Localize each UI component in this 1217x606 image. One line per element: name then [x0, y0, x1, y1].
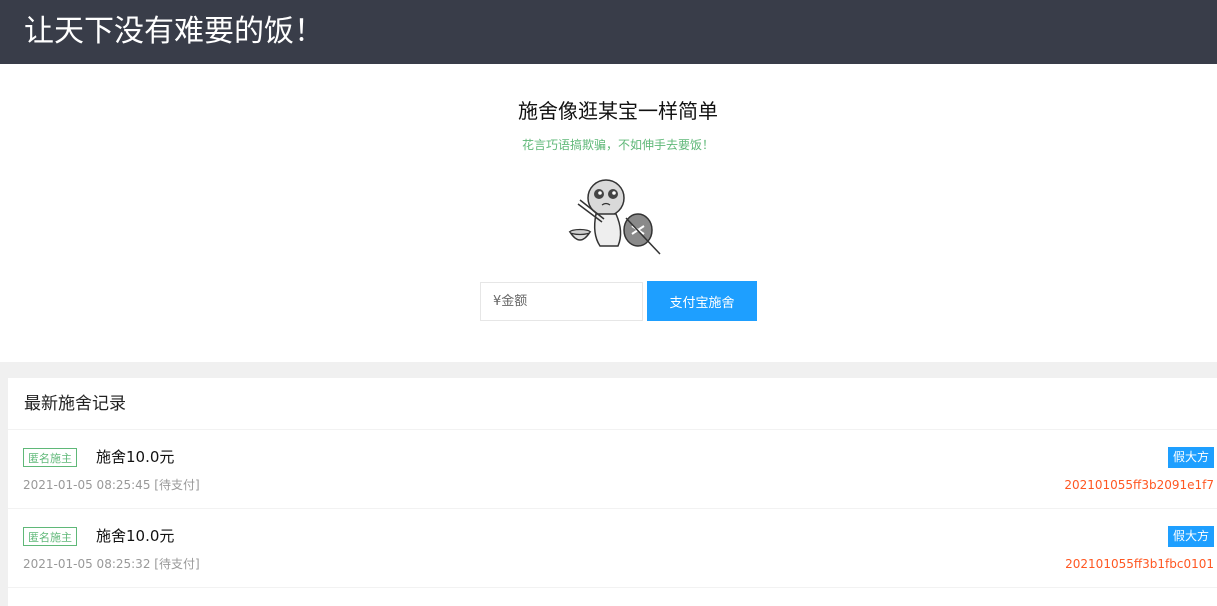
record-title: 施舍10.0元: [96, 448, 175, 466]
record-order-id: 202101055ff3b2091e1f7: [1064, 478, 1214, 492]
alipay-donate-button[interactable]: 支付宝施舍: [647, 281, 757, 321]
record-badge: 假大方: [1167, 526, 1214, 547]
record-meta: 2021-01-05 08:25:32 [待支付]: [23, 555, 200, 573]
record-item: 匿名施主 施舍10.0元 2021-01-05 08:25:32 [待支付] 假…: [8, 509, 1217, 588]
record-meta: 2021-01-05 08:25:45 [待支付]: [23, 476, 200, 494]
donation-records-panel: 最新施舍记录 匿名施主 施舍10.0元 2021-01-05 08:25:45 …: [8, 378, 1217, 606]
record-status: [待支付]: [154, 478, 200, 492]
record-status: [待支付]: [154, 557, 200, 571]
hero-title: 施舍像逛某宝一样简单: [518, 99, 718, 123]
record-order-id: 202101055ff3b1fbc0101: [1065, 557, 1214, 571]
donor-tag: 匿名施主: [23, 448, 77, 467]
donate-panel: 施舍像逛某宝一样简单 花言巧语搞欺骗，不如伸手去要饭！ 支付宝施舍: [0, 64, 1217, 362]
begging-mascot-icon: [568, 179, 661, 255]
site-title: 让天下没有难要的饭！: [24, 14, 324, 49]
record-title: 施舍10.0元: [96, 527, 175, 545]
top-header: 让天下没有难要的饭！: [0, 0, 1217, 64]
records-heading-text: 最新施舍记录: [24, 394, 126, 414]
records-heading: 最新施舍记录: [8, 378, 1217, 430]
donor-tag: 匿名施主: [23, 527, 77, 546]
hero-subtitle: 花言巧语搞欺骗，不如伸手去要饭！: [521, 138, 714, 152]
record-badge: 假大方: [1167, 447, 1214, 468]
record-item: 匿名施主 施舍10.0元 2021-01-05 08:25:45 [待支付] 假…: [8, 430, 1217, 509]
amount-input[interactable]: [480, 282, 643, 321]
record-time: 2021-01-05 08:25:45: [23, 478, 151, 492]
record-time: 2021-01-05 08:25:32: [23, 557, 151, 571]
